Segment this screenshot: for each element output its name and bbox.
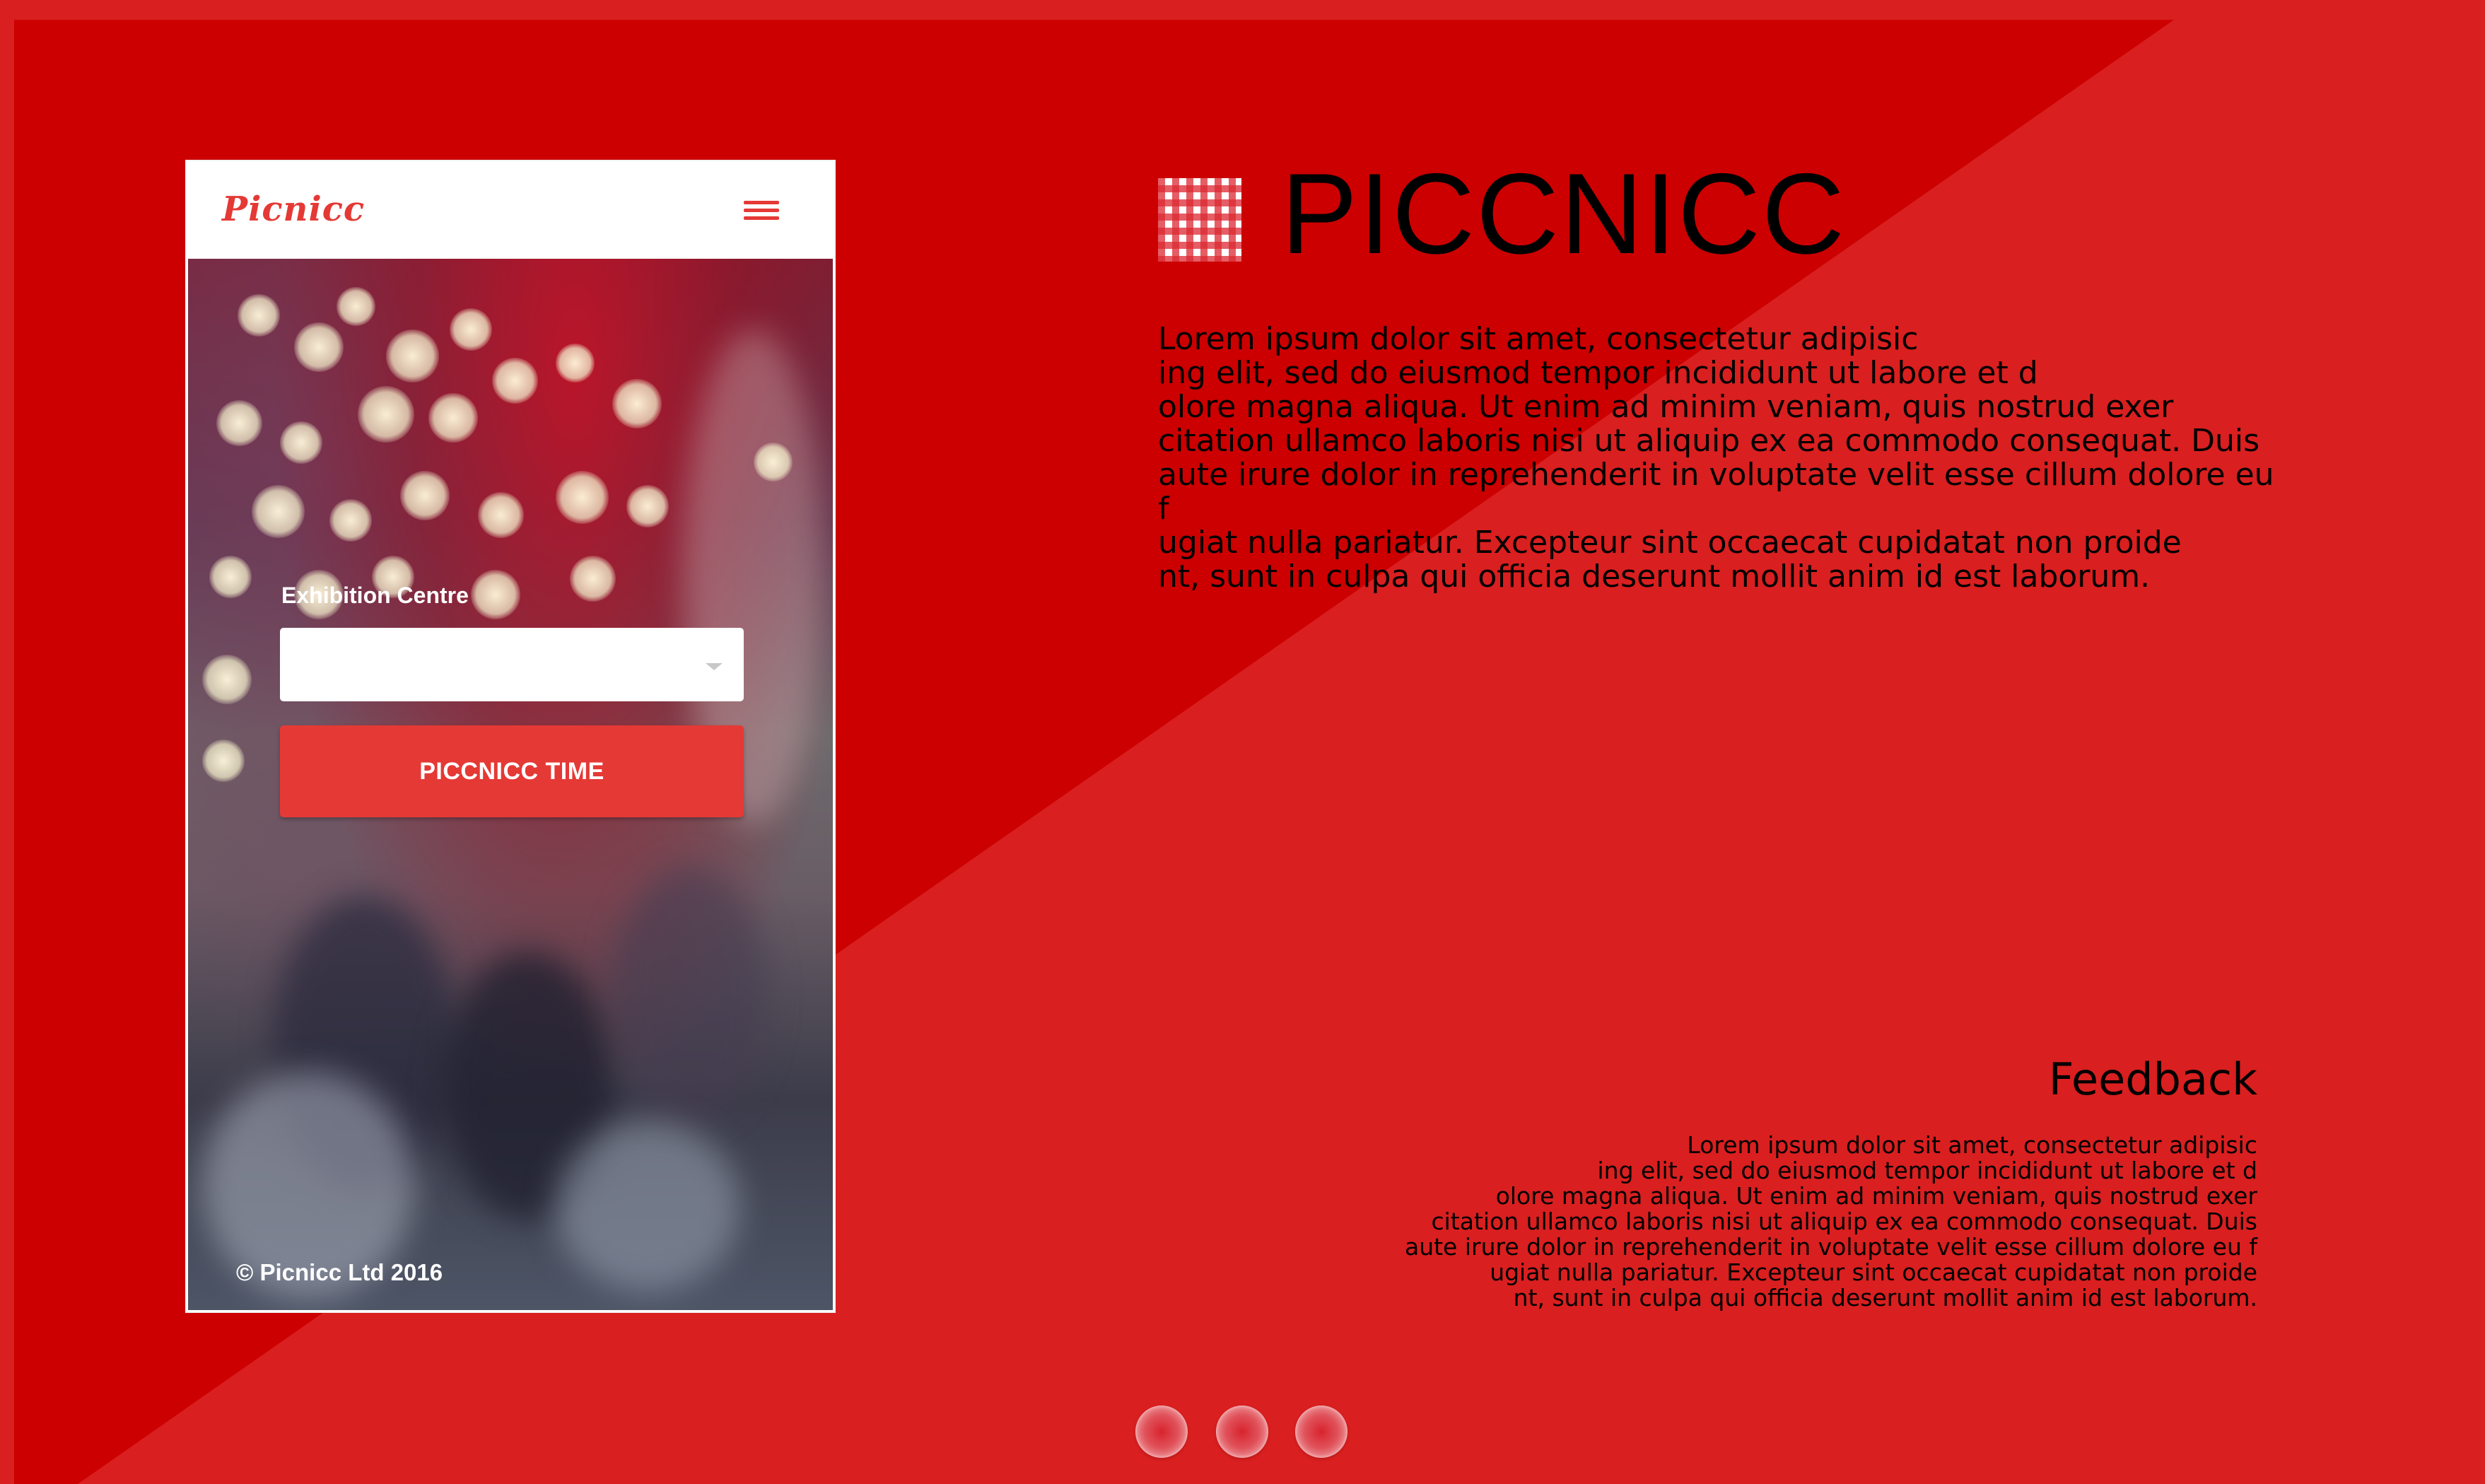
feedback-paragraph: Lorem ipsum dolor sit amet, consectetur … [1404,1131,2257,1311]
hero-background-photo: Exhibition Centre PICCNICC TIME © Picnic… [188,259,833,1310]
hamburger-menu-icon[interactable] [744,198,779,223]
exhibition-centre-select[interactable] [280,628,744,701]
feedback-heading: Feedback [2048,1053,2257,1105]
footer-copyright: © Picnicc Ltd 2016 [236,1259,443,1285]
pager-dot-3[interactable] [1295,1406,1347,1458]
slide: Picnicc Exhibition Centre PICCNICC TIME … [0,0,2485,1484]
brand-title: PICCNICC [1281,150,1847,278]
pager-dot-2[interactable] [1216,1406,1268,1458]
piccnicc-time-button[interactable]: PICCNICC TIME [280,725,744,817]
app-logo[interactable]: Picnicc [222,189,365,229]
gingham-checkered-icon [1158,178,1241,262]
phone-mockup: Picnicc Exhibition Centre PICCNICC TIME … [187,161,834,1311]
intro-paragraph: Lorem ipsum dolor sit amet, consectetur … [1158,321,2274,595]
slide-pager [1135,1406,1362,1462]
exhibition-centre-label: Exhibition Centre [281,583,469,608]
chevron-down-icon [706,663,723,670]
app-header: Picnicc [187,161,834,259]
pager-dot-1[interactable] [1135,1406,1188,1458]
